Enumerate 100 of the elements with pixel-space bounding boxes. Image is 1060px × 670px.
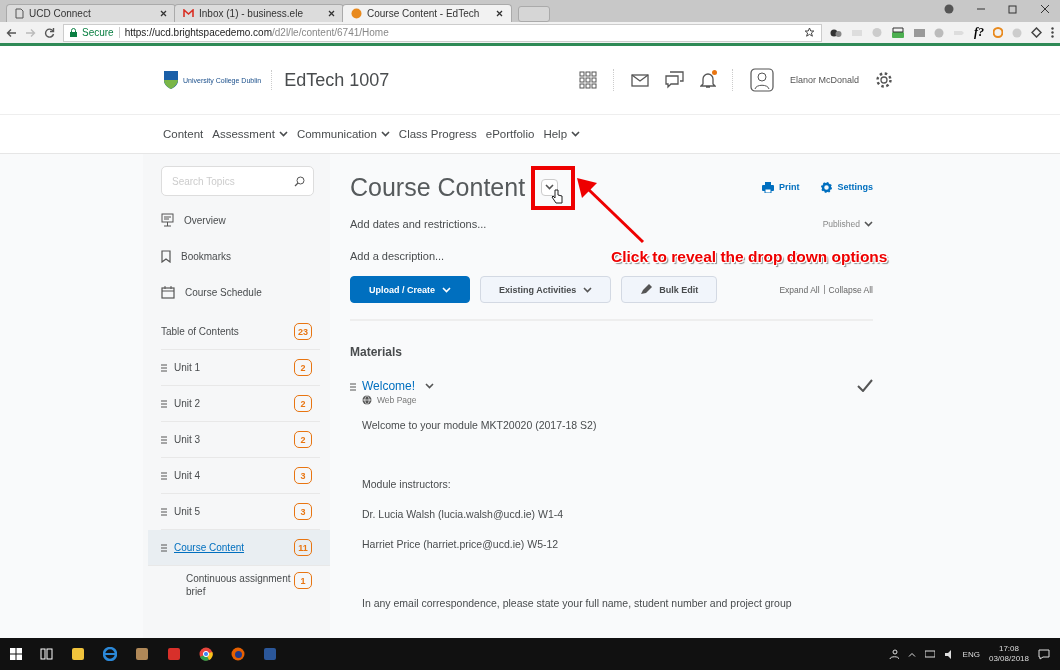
- drag-handle-icon[interactable]: [161, 435, 167, 444]
- bulk-edit-button[interactable]: Bulk Edit: [621, 276, 718, 303]
- nav-link[interactable]: Help: [543, 128, 581, 140]
- nav-link[interactable]: Content: [163, 128, 204, 140]
- module-label[interactable]: Unit 5: [174, 506, 287, 517]
- status-dropdown[interactable]: Published: [822, 219, 885, 229]
- language-indicator[interactable]: ENG: [962, 649, 980, 659]
- extension-icon[interactable]: [1031, 27, 1042, 38]
- table-of-contents-row[interactable]: Table of Contents 23: [161, 314, 320, 350]
- tab-label[interactable]: UCD Connect: [29, 8, 155, 19]
- module-label[interactable]: Unit 1: [174, 362, 287, 373]
- nav-link[interactable]: Assessment: [212, 128, 288, 140]
- expand-all-link[interactable]: Expand All: [779, 284, 820, 295]
- chevron-down-icon: [545, 184, 555, 190]
- clock-date[interactable]: 03/08/2018: [988, 654, 1029, 664]
- module-label[interactable]: Unit 2: [174, 398, 287, 409]
- restore-icon[interactable]: [1008, 4, 1018, 14]
- notification-icon[interactable]: [1038, 648, 1050, 660]
- upload-create-button[interactable]: Upload / Create: [350, 276, 470, 303]
- module-item[interactable]: Unit 3 2: [161, 422, 320, 458]
- reload-icon[interactable]: [44, 27, 55, 38]
- sidebar-link-label[interactable]: Course Schedule: [185, 286, 262, 298]
- start-icon[interactable]: [10, 648, 22, 660]
- course-title[interactable]: EdTech 1007: [284, 69, 390, 91]
- app-icon[interactable]: [167, 647, 181, 661]
- chat-icon[interactable]: [664, 71, 684, 89]
- task-view-icon[interactable]: [40, 648, 53, 660]
- close-icon[interactable]: [1040, 4, 1050, 14]
- person-icon[interactable]: [888, 649, 899, 659]
- network-icon[interactable]: [924, 649, 935, 659]
- module-item[interactable]: Unit 2 2: [161, 386, 320, 422]
- back-icon[interactable]: [6, 27, 17, 38]
- firefox-icon[interactable]: [231, 647, 245, 661]
- module-label[interactable]: Unit 3: [174, 434, 287, 445]
- sidebar-link-label[interactable]: Bookmarks: [181, 250, 231, 262]
- module-item[interactable]: Unit 4 3: [161, 458, 320, 494]
- avatar-icon[interactable]: [749, 68, 774, 92]
- folder-icon[interactable]: [71, 647, 85, 661]
- browser-tab[interactable]: UCD Connect: [6, 4, 176, 22]
- collapse-all-link[interactable]: Collapse All: [828, 284, 873, 295]
- chevron-down-icon: [864, 221, 873, 227]
- sidebar-link[interactable]: Course Schedule: [148, 274, 320, 310]
- app-icon[interactable]: [135, 647, 149, 661]
- add-description-link[interactable]: Add a description...: [350, 250, 445, 262]
- close-icon[interactable]: [328, 10, 335, 17]
- profile-icon[interactable]: [944, 4, 954, 14]
- bell-icon[interactable]: [699, 71, 716, 89]
- topic-link[interactable]: Welcome!: [362, 379, 416, 393]
- nav-link[interactable]: ePortfolio: [485, 128, 535, 140]
- extension-icon[interactable]: [891, 26, 905, 39]
- module-label[interactable]: Unit 4: [174, 470, 287, 481]
- nav-link[interactable]: Class Progress: [398, 128, 477, 140]
- nav-link[interactable]: Communication: [296, 128, 390, 140]
- drag-handle-icon[interactable]: [161, 363, 167, 372]
- tab-label[interactable]: Course Content - EdTech: [367, 8, 491, 19]
- content-text: Dr. Lucia Walsh (lucia.walsh@ucd.ie) W1-4: [362, 508, 565, 521]
- chrome-icon[interactable]: [199, 647, 213, 661]
- sidebar-link[interactable]: Bookmarks: [148, 238, 320, 274]
- browser-tab[interactable]: Course Content - EdTech: [342, 4, 512, 22]
- menu-icon[interactable]: [1051, 27, 1054, 38]
- mail-icon[interactable]: [630, 73, 649, 87]
- module-item[interactable]: Unit 1 2: [161, 350, 320, 386]
- topic-label[interactable]: Continuous assignment brief: [186, 572, 294, 598]
- extension-icon[interactable]: [830, 27, 842, 38]
- settings-icon[interactable]: [875, 71, 893, 89]
- chevron-down-icon: [425, 383, 435, 389]
- drag-handle-icon[interactable]: [161, 399, 167, 408]
- drag-handle-icon[interactable]: [161, 543, 167, 552]
- page-icon: [15, 8, 24, 19]
- star-icon[interactable]: [804, 27, 815, 38]
- existing-activities-button[interactable]: Existing Activities: [480, 276, 612, 303]
- chevron-up-icon[interactable]: [907, 651, 916, 657]
- sidebar-link[interactable]: Overview: [148, 202, 320, 238]
- count-badge: 1: [294, 572, 312, 589]
- table-of-contents-label[interactable]: Table of Contents: [161, 326, 287, 337]
- settings-link[interactable]: Settings: [821, 181, 873, 193]
- browser-e-icon[interactable]: [103, 647, 117, 661]
- browser-tab[interactable]: Inbox (1) - business.ele: [174, 4, 344, 22]
- close-icon[interactable]: [160, 10, 167, 17]
- extension-button[interactable]: f?: [974, 25, 984, 40]
- close-icon[interactable]: [496, 10, 503, 17]
- drag-handle-icon[interactable]: [350, 383, 356, 391]
- count-badge: 23: [294, 323, 312, 340]
- count-badge: 3: [294, 503, 312, 520]
- tab-label[interactable]: Inbox (1) - business.ele: [199, 8, 323, 19]
- address-bar[interactable]: Secure https://ucd.brightspacedemo.com/d2l/le/content/6741/Home: [63, 23, 822, 42]
- module-item[interactable]: Course Content 11: [148, 530, 330, 566]
- speaker-icon[interactable]: [943, 649, 954, 659]
- count-badge: 2: [294, 359, 312, 376]
- grid-icon[interactable]: [578, 71, 597, 89]
- drag-handle-icon[interactable]: [161, 471, 167, 480]
- print-link[interactable]: Print: [761, 181, 800, 193]
- module-label[interactable]: Course Content: [174, 542, 287, 553]
- add-dates-link[interactable]: Add dates and restrictions...: [350, 218, 487, 230]
- clock-time[interactable]: 17:08: [998, 644, 1019, 654]
- word-icon[interactable]: [263, 647, 277, 661]
- sidebar-link-label[interactable]: Overview: [184, 214, 226, 226]
- drag-handle-icon[interactable]: [161, 507, 167, 516]
- search-icon[interactable]: [294, 175, 305, 187]
- user-name[interactable]: Elanor McDonald: [789, 75, 859, 85]
